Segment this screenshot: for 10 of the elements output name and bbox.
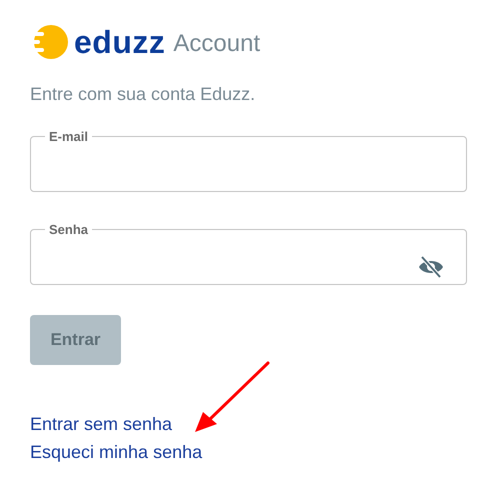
product-name: Account — [173, 32, 260, 56]
brand-name: eduzz — [74, 26, 166, 58]
text-link[interactable]: Esqueci minha senha — [30, 438, 202, 466]
eye-slash-icon[interactable] — [417, 255, 445, 279]
field-label: E-mail — [48, 129, 90, 144]
text-link[interactable]: Entrar sem senha — [30, 410, 172, 438]
email-field[interactable]: E-mail — [30, 129, 467, 192]
subtitle: Entre com sua conta Eduzz. — [30, 84, 256, 105]
password-field[interactable]: Senha — [30, 222, 467, 285]
field-label: Senha — [48, 222, 90, 237]
